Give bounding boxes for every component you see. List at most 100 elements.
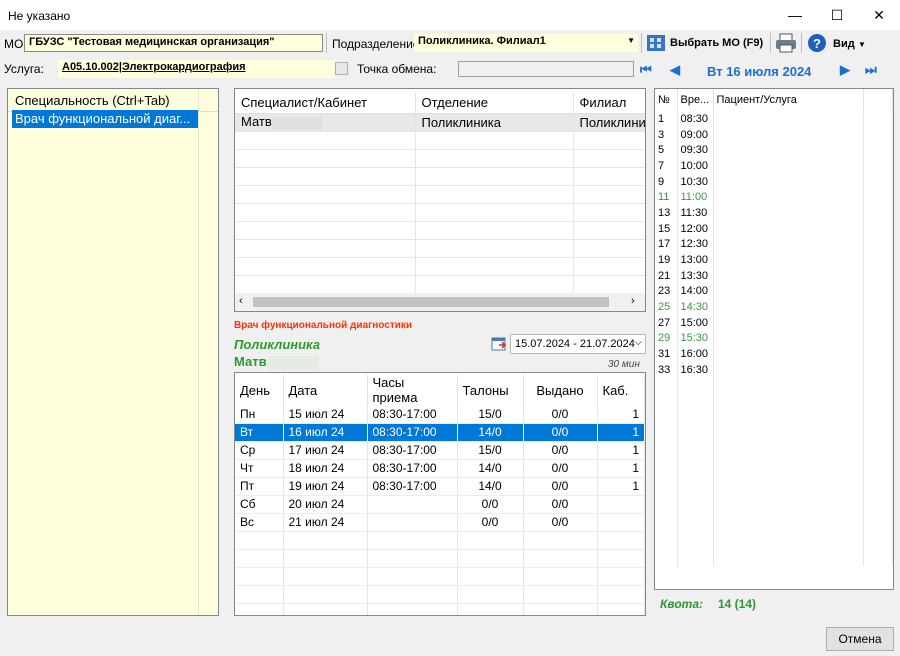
scroll-left-icon[interactable]: ‹	[239, 295, 243, 307]
slot-row[interactable]: 1 08:30	[655, 111, 893, 127]
day-cell: Сб	[235, 495, 284, 514]
next-day-icon[interactable]: ▶	[840, 62, 850, 78]
tickets-cell: 0/0	[457, 495, 524, 514]
slot-row[interactable]: 13 11:30	[655, 205, 893, 221]
slot-row[interactable]: 31 16:00	[655, 346, 893, 362]
close-button[interactable]: ✕	[856, 0, 900, 30]
col-branch[interactable]: Филиал	[573, 93, 645, 114]
mo-field[interactable]: ГБУЗС "Тестовая медицинская организация"	[24, 34, 323, 52]
doctor-specialty: Врач функциональной диагностики	[234, 320, 413, 331]
building-icon	[647, 35, 665, 51]
col-department[interactable]: Отделение	[415, 93, 574, 114]
scroll-right-icon[interactable]: ›	[631, 295, 635, 307]
cancel-button[interactable]: Отмена	[826, 627, 894, 651]
slot-time: 12:00	[677, 220, 714, 237]
hours-cell: 08:30-17:00	[367, 405, 458, 424]
appointment-duration: 30 мин	[608, 359, 640, 370]
printer-icon[interactable]	[775, 33, 797, 53]
horizontal-scrollbar[interactable]: ‹ ›	[235, 293, 645, 311]
slot-row[interactable]: 27 15:00	[655, 314, 893, 331]
current-date: Вт 16 июля 2024	[707, 64, 812, 79]
slot-number: 21	[655, 267, 678, 284]
schedule-row[interactable]: Вс 21 июл 24 0/0 0/0	[235, 513, 645, 532]
slot-time: 14:30	[677, 299, 714, 315]
room-cell	[597, 495, 645, 514]
col-number[interactable]: №	[655, 89, 678, 111]
slot-number: 7	[655, 158, 678, 174]
slot-row[interactable]: 33 16:30	[655, 362, 893, 378]
col-specialist[interactable]: Специалист/Кабинет	[235, 93, 416, 114]
slot-number: 3	[655, 126, 678, 143]
slot-row[interactable]: 11 11:00	[655, 189, 893, 206]
slot-row[interactable]: 5 09:30	[655, 142, 893, 159]
col-date[interactable]: Дата	[283, 375, 368, 405]
hours-cell: 08:30-17:00	[367, 423, 458, 442]
room-cell: 1	[597, 477, 645, 496]
service-field[interactable]: А05.10.002|Электрокардиография	[58, 60, 336, 78]
slot-row[interactable]: 17 12:30	[655, 236, 893, 253]
col-time[interactable]: Вре...	[677, 89, 714, 111]
view-menu[interactable]: Вид ▼	[833, 36, 866, 50]
first-day-icon[interactable]: ⏮	[640, 62, 652, 78]
day-cell: Вс	[235, 513, 284, 532]
scroll-thumb[interactable]	[253, 297, 609, 307]
select-mo-button[interactable]: Выбрать МО (F9)	[646, 33, 766, 53]
day-cell: Ср	[235, 441, 284, 460]
schedule-row[interactable]: Чт 18 июл 24 08:30-17:00 14/0 0/0 1	[235, 459, 645, 478]
slot-row[interactable]: 21 13:30	[655, 267, 893, 284]
maximize-button[interactable]: ☐	[814, 0, 860, 30]
select-mo-label: Выбрать МО (F9)	[670, 37, 764, 49]
schedule-row[interactable]: Пт 19 июл 24 08:30-17:00 14/0 0/0 1	[235, 477, 645, 496]
issued-cell: 0/0	[523, 495, 598, 514]
slot-time: 10:00	[677, 158, 714, 174]
issued-cell: 0/0	[523, 405, 598, 424]
col-tickets[interactable]: Талоны	[457, 375, 524, 405]
last-day-icon[interactable]: ⏭	[865, 62, 877, 78]
slot-row[interactable]: 15 12:00	[655, 220, 893, 237]
slot-row[interactable]: 29 15:30	[655, 330, 893, 347]
minimize-button[interactable]: —	[772, 0, 818, 30]
schedule-row[interactable]: Пн 15 июл 24 08:30-17:00 15/0 0/0 1	[235, 405, 645, 424]
tickets-cell: 14/0	[457, 459, 524, 478]
division-label: Подразделение	[332, 37, 420, 51]
calendar-icon[interactable]	[491, 336, 507, 352]
slot-row[interactable]: 25 14:30	[655, 299, 893, 315]
slot-time: 13:00	[677, 252, 714, 268]
redacted-block	[266, 355, 319, 370]
col-day[interactable]: День	[235, 375, 284, 405]
prev-day-icon[interactable]: ◀	[670, 62, 680, 78]
slot-number: 25	[655, 299, 678, 315]
day-cell: Чт	[235, 459, 284, 478]
col-issued[interactable]: Выдано	[523, 375, 598, 405]
division-select[interactable]: Поликлиника. Филиал1 ▼	[414, 34, 638, 52]
exchange-field[interactable]	[458, 61, 634, 77]
room-cell: 1	[597, 405, 645, 424]
tickets-cell: 15/0	[457, 441, 524, 460]
slot-row[interactable]: 23 14:00	[655, 283, 893, 300]
schedule-row[interactable]: Ср 17 июл 24 08:30-17:00 15/0 0/0 1	[235, 441, 645, 460]
slot-row[interactable]: 19 13:00	[655, 252, 893, 268]
issued-cell: 0/0	[523, 513, 598, 532]
specialty-item[interactable]: Врач функциональной диаг...	[12, 110, 198, 128]
specialists-panel: Специалист/Кабинет Отделение Филиал Матв…	[234, 88, 646, 312]
schedule-row[interactable]: Вт 16 июл 24 08:30-17:00 14/0 0/0 1	[235, 423, 645, 442]
slot-row[interactable]: 7 10:00	[655, 158, 893, 174]
service-checkbox[interactable]	[335, 62, 348, 75]
hours-cell: 08:30-17:00	[367, 459, 458, 478]
exchange-label: Точка обмена:	[357, 62, 437, 76]
date-cell: 17 июл 24	[283, 441, 368, 460]
col-patient[interactable]: Пациент/Услуга	[713, 89, 864, 111]
specialist-name-text: Матв	[241, 114, 272, 130]
slot-row[interactable]: 9 10:30	[655, 173, 893, 190]
help-icon[interactable]: ?	[807, 33, 827, 53]
date-range-select[interactable]: 15.07.2024 - 21.07.2024 ⌵	[510, 334, 646, 354]
schedule-row[interactable]: Сб 20 июл 24 0/0 0/0	[235, 495, 645, 514]
slot-row[interactable]: 3 09:00	[655, 126, 893, 143]
slot-number: 13	[655, 205, 678, 221]
slot-number: 9	[655, 173, 678, 190]
col-hours[interactable]: Часы приема	[367, 375, 458, 405]
slot-time: 11:30	[677, 205, 714, 221]
hours-cell: 08:30-17:00	[367, 477, 458, 496]
col-room[interactable]: Каб.	[597, 375, 645, 405]
table-row[interactable]: Матв Поликлиника Поликлини	[235, 113, 645, 132]
